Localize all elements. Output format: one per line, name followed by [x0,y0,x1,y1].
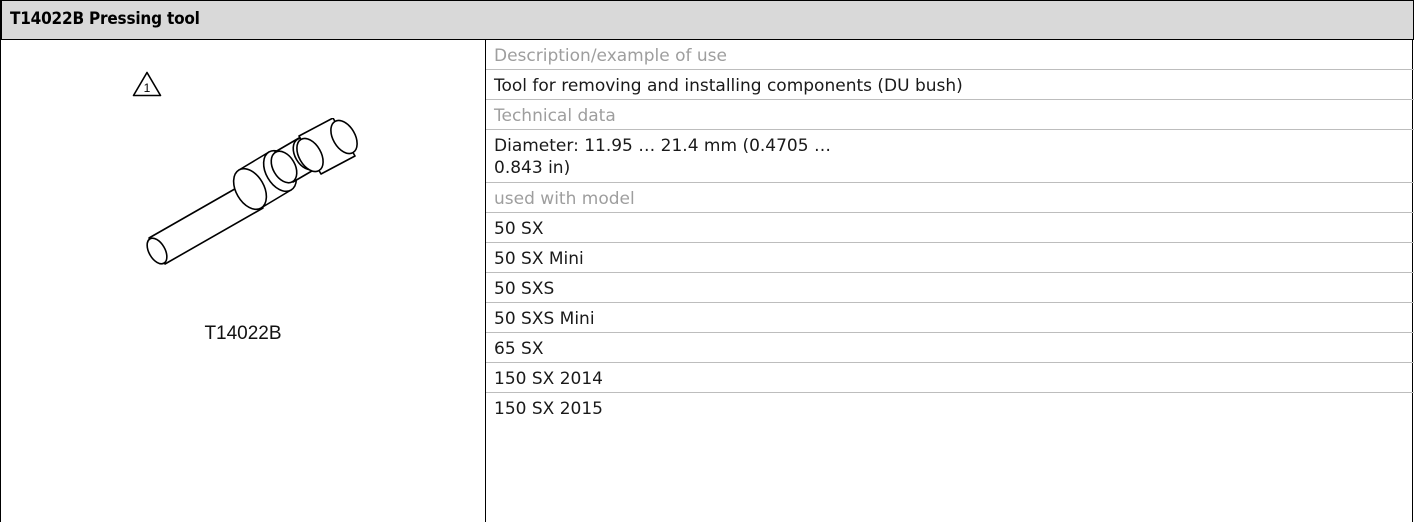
page-title: T14022B Pressing tool [10,9,200,29]
warning-icon-number: 1 [144,81,151,95]
description-label-row: Description/example of use [486,40,1414,70]
model-name: 50 SX [494,219,544,239]
model-name: 50 SXS Mini [494,309,595,329]
details-cell: Description/example of use Tool for remo… [486,40,1414,423]
model-row: 50 SX [486,213,1414,243]
technical-value-row: Diameter: 11.95 … 21.4 mm (0.4705 … 0.84… [486,130,1414,183]
image-cell [1,40,485,522]
document-table: T14022B Pressing tool 1 T14022B Descript [0,0,1414,522]
model-row: 50 SXS Mini [486,303,1414,333]
model-name: 50 SX Mini [494,249,584,269]
technical-value: Diameter: 11.95 … 21.4 mm (0.4705 … 0.84… [494,136,831,178]
description-value-row: Tool for removing and installing compone… [486,70,1414,100]
part-number-caption: T14022B [204,323,282,344]
table-header: T14022B Pressing tool [1,0,1414,40]
models-label-row: used with model [486,183,1414,213]
model-name: 65 SX [494,339,544,359]
technical-label: Technical data [494,106,616,126]
model-row: 50 SX Mini [486,243,1414,273]
pressing-tool-illustration [146,118,358,265]
models-label: used with model [494,189,635,209]
description-value: Tool for removing and installing compone… [494,76,963,96]
technical-label-row: Technical data [486,100,1414,130]
model-name: 50 SXS [494,279,555,299]
model-row: 150 SX 2015 [486,393,1414,423]
model-row: 65 SX [486,333,1414,363]
model-name: 150 SX 2015 [494,399,603,419]
model-row: 50 SXS [486,273,1414,303]
warning-triangle-icon: 1 [132,71,162,97]
description-label: Description/example of use [494,46,728,66]
model-row: 150 SX 2014 [486,363,1414,393]
model-name: 150 SX 2014 [494,369,603,389]
